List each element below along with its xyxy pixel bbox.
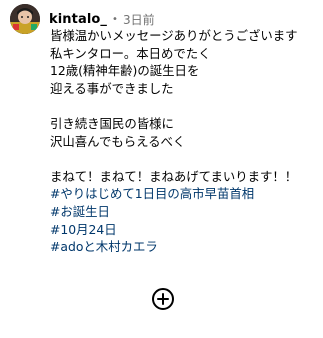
- avatar[interactable]: [10, 4, 40, 34]
- caption-line: 12歳(精神年齢)の誕生日を: [50, 63, 200, 79]
- plus-circle-icon: [152, 288, 174, 310]
- hashtag-link[interactable]: #やりはじめて1日目の高市早苗首相: [50, 185, 318, 203]
- avatar-image: [10, 4, 40, 34]
- post-timestamp[interactable]: 3日前: [123, 11, 155, 28]
- hashtag-link[interactable]: #お誕生日: [50, 203, 318, 221]
- header-separator: •: [112, 13, 118, 25]
- post-caption: 皆様温かいメッセージありがとうございます 私キンタロー。本日めでたく 12歳(精…: [50, 27, 318, 256]
- caption-line: 引き続き国民の皆様に: [50, 115, 174, 131]
- caption-line: 私キンタロー。本日めでたく: [50, 45, 211, 61]
- hashtag-link[interactable]: #10月24日: [50, 221, 318, 239]
- instagram-post: kintalo_ • 3日前 皆様温かいメッセージありがとうございます 私キンタ…: [0, 0, 323, 338]
- caption-line: まねて！まねて！まねあげてまいります！！: [50, 168, 298, 184]
- add-button[interactable]: [151, 287, 175, 311]
- caption-line: 沢山喜んでもらえるべく: [50, 133, 186, 149]
- caption-line: 迎える事ができました: [50, 80, 174, 96]
- caption-line: 皆様温かいメッセージありがとうございます: [50, 28, 298, 43]
- hashtag-link[interactable]: #adoと木村カエラ: [50, 238, 318, 256]
- username-link[interactable]: kintalo_: [49, 12, 107, 27]
